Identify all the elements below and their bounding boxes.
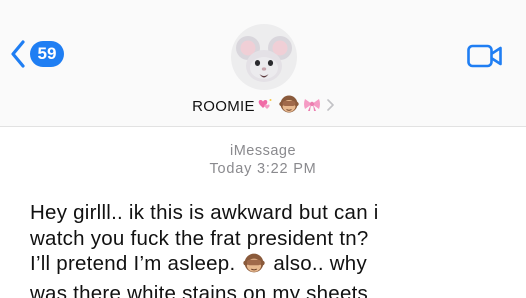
message-body: Hey girlll.. ik this is awkward but can … xyxy=(30,200,520,298)
messages-screen: 59 ROOMIE iMessage Today 3:22 PM Hey gir… xyxy=(0,0,526,298)
video-camera-icon xyxy=(467,44,502,68)
message-line: Hey girlll.. ik this is awkward but can … xyxy=(30,201,379,224)
message-line: was there white stains on my sheets xyxy=(30,281,369,298)
see-no-evil-monkey-icon xyxy=(243,252,266,281)
contact-name: ROOMIE xyxy=(192,97,255,115)
conversation-header: 59 ROOMIE xyxy=(0,0,526,127)
mouse-memoji-icon xyxy=(236,36,292,82)
message-text: also.. why xyxy=(273,252,367,275)
chevron-right-icon xyxy=(327,98,334,114)
contact-name-button[interactable]: ROOMIE xyxy=(0,94,526,118)
avatar[interactable] xyxy=(231,24,297,90)
back-button[interactable]: 59 xyxy=(10,40,64,68)
pink-bow-icon xyxy=(303,96,321,116)
message-line: watch you fuck the frat president tn? xyxy=(30,226,369,250)
service-label: iMessage xyxy=(229,143,297,159)
unread-badge: 59 xyxy=(30,41,64,67)
message-timestamp: Today 3:22 PM xyxy=(209,161,317,177)
see-no-evil-monkey-icon xyxy=(279,94,299,118)
sparkling-heart-icon xyxy=(257,97,273,115)
message-text: I’ll pretend I’m asleep. xyxy=(30,252,236,275)
facetime-video-button[interactable] xyxy=(467,44,503,73)
thread-meta: iMessage Today 3:22 PM xyxy=(0,142,526,178)
chevron-left-icon xyxy=(11,40,25,68)
message-line: I’ll pretend I’m asleep. also.. why xyxy=(30,251,520,281)
